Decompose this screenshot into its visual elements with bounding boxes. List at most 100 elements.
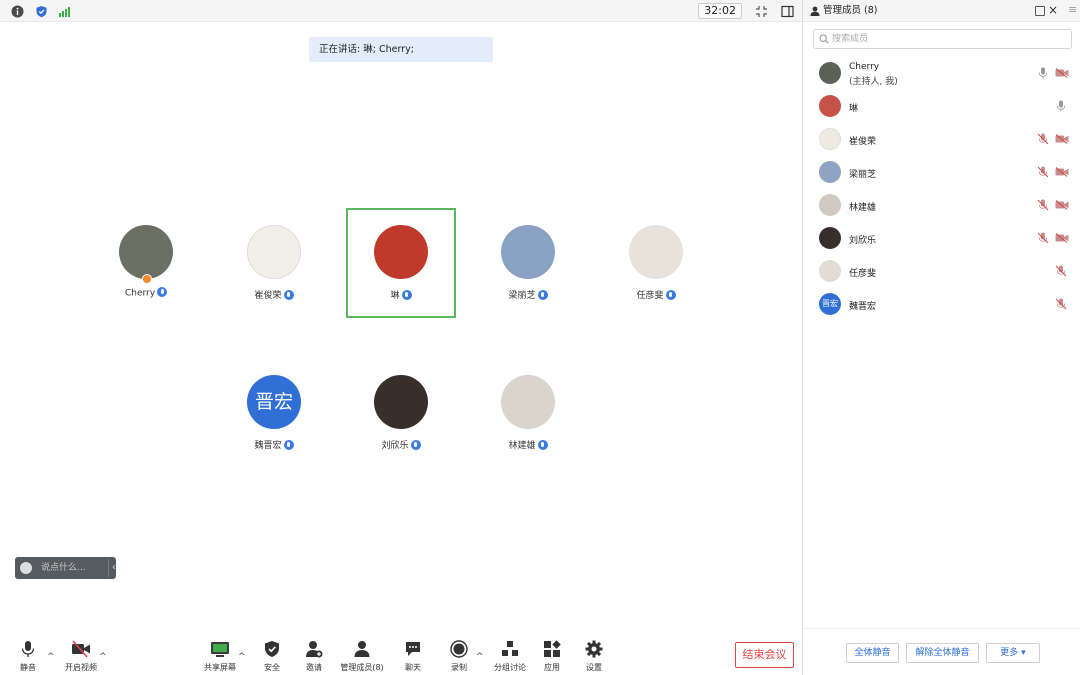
search-input[interactable] [832,31,1062,47]
avatar [374,225,428,279]
participant-tile[interactable]: 晋宏 魏晋宏 [219,358,329,468]
manage-members-button[interactable]: 管理成员(8) [336,640,388,673]
bottom-toolbar: 静音 ^ 开启视频 ^ 共享屏幕 ^ 安全 邀请 管理成员(8) 聊天 录制 ^… [0,630,802,675]
microphone-icon[interactable] [1055,100,1067,112]
chevron-up-icon[interactable]: ^ [99,652,107,662]
video-off-icon[interactable] [1055,134,1069,144]
video-off-icon[interactable] [1055,167,1069,177]
end-meeting-button[interactable]: 结束会议 [735,642,794,668]
mic-muted-icon[interactable] [1055,265,1067,277]
user-icon [810,6,820,16]
avatar [374,375,428,429]
chevron-up-icon[interactable]: ^ [238,652,246,662]
chevron-left-icon[interactable]: ‹ [112,562,116,574]
signal-icon[interactable] [57,4,71,18]
meeting-timer: 32:02 [698,3,742,19]
participant-tile[interactable]: 林建雄 [473,358,583,468]
member-row[interactable]: 崔俊荣 [803,123,1080,156]
shield-icon[interactable] [34,4,48,18]
avatar [819,260,841,282]
mic-muted-icon[interactable] [1037,166,1049,178]
microphone-icon [21,641,35,657]
chat-placeholder[interactable]: 说点什么... [41,557,86,579]
member-row[interactable]: 晋宏 魏晋宏 [803,288,1080,321]
mic-icon [537,289,548,300]
member-row[interactable]: Cherry (主持人, 我) [803,57,1080,90]
member-name: 崔俊荣 [849,137,877,147]
member-name: 梁丽芝 [849,170,877,180]
member-row[interactable]: 任彦斐 [803,255,1080,288]
participant-name: 林建雄 [508,441,536,451]
unmute-all-button[interactable]: 解除全体静音 [906,643,979,663]
participant-tile-active[interactable]: 琳 [346,208,456,318]
participant-name: Cherry [124,288,156,299]
member-name: 任彦斐 [849,269,877,279]
invite-button[interactable]: 邀请 [289,640,339,673]
microphone-icon[interactable] [1037,67,1049,79]
chat-button[interactable]: 聊天 [388,640,438,673]
video-off-icon [72,640,90,658]
mute-button[interactable]: 静音 [3,640,53,673]
popout-icon[interactable] [1035,6,1045,16]
mic-muted-icon[interactable] [1055,298,1067,310]
menu-icon[interactable]: ≡ [1068,3,1077,17]
smile-icon[interactable] [20,562,32,574]
mic-muted-icon[interactable] [1037,133,1049,145]
mic-icon [665,289,676,300]
participant-tile[interactable]: 刘欣乐 [346,358,456,468]
layout-icon[interactable] [780,4,794,18]
participant-name: 梁丽芝 [508,291,536,301]
participant-name: 刘欣乐 [381,441,409,451]
video-off-icon[interactable] [1055,68,1069,78]
panel-footer: 全体静音 解除全体静音 更多 ▾ [803,628,1080,675]
info-icon[interactable] [10,4,24,18]
avatar [247,225,301,279]
search-icon [819,34,829,44]
mic-muted-icon[interactable] [1037,199,1049,211]
participant-tile[interactable]: 任彦斐 [601,208,711,318]
mic-icon [283,439,294,450]
fullscreen-icon[interactable] [754,4,768,18]
members-icon [354,641,370,657]
member-row[interactable]: 琳 [803,90,1080,123]
more-button[interactable]: 更多 ▾ [986,643,1040,663]
video-off-icon[interactable] [1055,200,1069,210]
avatar: 晋宏 [819,293,841,315]
avatar [819,95,841,117]
chat-input-box[interactable]: 说点什么... ‹ [15,557,116,579]
chevron-up-icon[interactable]: ^ [47,652,55,662]
avatar: 晋宏 [247,375,301,429]
member-row[interactable]: 梁丽芝 [803,156,1080,189]
chevron-up-icon[interactable]: ^ [476,652,484,662]
panel-title: 管理成员 (8) [823,5,878,16]
record-icon [450,640,468,658]
avatar [119,225,173,279]
mic-icon [410,439,421,450]
member-row[interactable]: 林建雄 [803,189,1080,222]
avatar [819,161,841,183]
video-off-icon[interactable] [1055,233,1069,243]
participant-tile[interactable]: 梁丽芝 [473,208,583,318]
avatar [501,225,555,279]
participant-tile[interactable]: Cherry [91,208,201,318]
settings-button[interactable]: 设置 [569,640,619,673]
member-row[interactable]: 刘欣乐 [803,222,1080,255]
close-icon[interactable]: × [1048,3,1058,17]
gear-icon [585,640,603,658]
member-role: (主持人, 我) [849,77,898,87]
share-screen-icon [211,642,229,657]
avatar [501,375,555,429]
mic-icon [537,439,548,450]
meeting-app: 32:02 正在讲话: 琳; Cherry; Cherry 崔俊荣 琳 梁丽芝 [0,0,1080,675]
member-search[interactable] [813,29,1072,49]
panel-header: 管理成员 (8) × ≡ [803,0,1080,22]
chat-icon [406,642,420,656]
participant-name: 魏晋宏 [254,441,282,451]
mic-muted-icon[interactable] [1037,232,1049,244]
speaking-indicator: 正在讲话: 琳; Cherry; [309,37,493,62]
divider [108,559,109,577]
mute-all-button[interactable]: 全体静音 [846,643,899,663]
participant-tile[interactable]: 崔俊荣 [219,208,329,318]
meeting-main-area: 32:02 正在讲话: 琳; Cherry; Cherry 崔俊荣 琳 梁丽芝 [0,0,802,675]
avatar [819,194,841,216]
